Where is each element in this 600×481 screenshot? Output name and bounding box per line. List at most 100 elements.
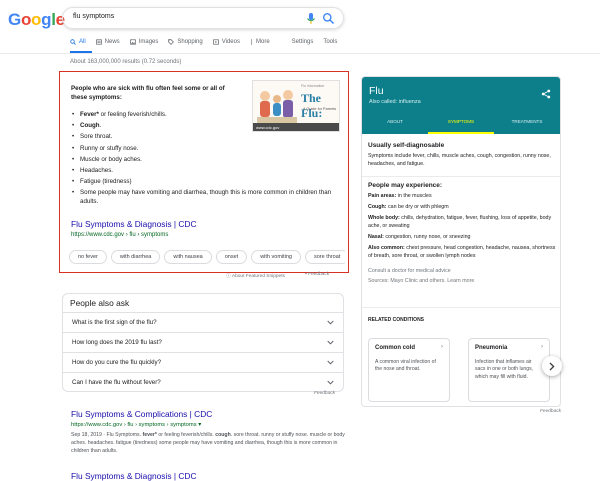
question-text: Can I have the flu without fever?	[72, 378, 161, 386]
snippet-link[interactable]: Flu Symptoms & Diagnosis | CDC	[71, 219, 197, 229]
list-item: Headaches.	[71, 166, 341, 175]
family-illustration	[257, 90, 297, 123]
desc-text: or feeling feverish/chills.	[156, 432, 216, 438]
snippet-url[interactable]: https://www.cdc.gov › flu › symptoms	[71, 232, 168, 238]
carousel-next-button[interactable]	[542, 356, 562, 376]
featured-snippet: People who are sick with flu often feel …	[59, 71, 349, 273]
chip[interactable]: no fever	[69, 250, 107, 264]
knowledge-panel-header: Flu Also called: influenza ABOUT SYMPTOM…	[362, 77, 560, 134]
kp-tab-about[interactable]: ABOUT	[362, 114, 428, 134]
snippet-thumbnail[interactable]: Flu Information The Flu: A Guide for Par…	[252, 80, 340, 132]
divider	[362, 307, 560, 308]
item-text: Headaches.	[80, 166, 114, 174]
result-title[interactable]: Flu Symptoms & Complications | CDC	[71, 409, 349, 419]
experience-label: Pain areas:	[368, 193, 397, 199]
tag-icon	[168, 39, 175, 45]
kp-tab-symptoms[interactable]: SYMPTOMS	[428, 114, 494, 134]
microphone-icon[interactable]	[305, 12, 317, 25]
search-box[interactable]: flu symptoms	[62, 7, 344, 29]
paa-question[interactable]: Can I have the flu without fever?	[62, 372, 344, 392]
item-bold: Cough	[80, 122, 100, 130]
experience-item: Cough: can be dry or with phlegm	[368, 203, 558, 211]
item-bold: Fever*	[80, 111, 99, 118]
kp-heading: Usually self-diagnosable	[368, 142, 445, 149]
tab-tools[interactable]: Tools	[323, 39, 337, 45]
tab-label: News	[104, 39, 120, 45]
thumbnail-subtitle: A Guide for Parents	[303, 107, 337, 111]
result-title[interactable]: Flu Symptoms & Diagnosis | CDC	[71, 471, 197, 481]
chevron-down-icon	[327, 340, 334, 345]
paa-feedback-link[interactable]: Feedback	[314, 391, 335, 396]
share-icon[interactable]	[541, 89, 551, 99]
related-conditions-title: RELATED CONDITIONS	[368, 317, 425, 323]
related-card-common-cold[interactable]: Common cold › A common viral infection o…	[368, 338, 450, 402]
paa-question[interactable]: How do you cure the flu quickly?	[62, 352, 344, 372]
related-card-pneumonia[interactable]: Pneumonia › Infection that inflames air …	[468, 338, 550, 402]
list-item: Runny or stuffy nose.	[71, 144, 341, 153]
tab-more[interactable]: More	[250, 39, 270, 45]
question-text: How long does the 2019 flu last?	[72, 339, 162, 346]
card-description: Infection that inflames air sacs in one …	[475, 359, 534, 380]
kp-feedback-link[interactable]: Feedback	[540, 409, 561, 414]
item-text: or feeling feverish/chills.	[98, 111, 167, 118]
image-icon	[129, 39, 136, 45]
result-url[interactable]: https://www.cdc.gov › flu › symptoms › s…	[71, 422, 349, 428]
tab-videos[interactable]: Videos	[212, 39, 240, 45]
snippet-feedback-link[interactable]: ▪ Feedback	[305, 272, 329, 277]
tab-settings[interactable]: Settings	[292, 39, 314, 45]
item-text: Fatigue (tiredness)	[80, 178, 132, 186]
kp-heading: People may experience:	[368, 182, 443, 189]
logo-letter: G	[8, 10, 21, 29]
chip[interactable]: with nausea	[164, 250, 212, 264]
search-icon[interactable]	[322, 12, 335, 25]
paa-question[interactable]: How long does the 2019 flu last?	[62, 332, 344, 352]
chevron-right-icon: ›	[441, 344, 443, 350]
experience-label: Also common:	[368, 245, 405, 251]
experience-item: Pain areas: in the muscles	[368, 192, 558, 200]
list-item: Muscle or body aches.	[71, 155, 341, 164]
item-text: Muscle or body aches.	[80, 155, 142, 163]
chip[interactable]: onset	[215, 250, 248, 264]
consult-note: Consult a doctor for medical advice	[368, 268, 451, 274]
result-description: Sep 18, 2019 · Flu Symptoms. fever* or f…	[71, 431, 349, 455]
experience-text: can be dry or with phlegm	[386, 204, 449, 210]
chip[interactable]: with diarrhea	[110, 250, 161, 264]
chevron-down-icon	[327, 320, 334, 325]
chip[interactable]: sore throat	[305, 250, 345, 264]
card-description: A common viral infection of the nose and…	[375, 359, 436, 373]
search-input[interactable]: flu symptoms	[73, 13, 114, 20]
about-label: About Featured Snippets	[231, 274, 285, 279]
kp-tab-treatments[interactable]: TREATMENTS	[494, 114, 560, 134]
logo-letter: o	[20, 10, 32, 29]
experience-text: congestion, runny nose, or sneezing	[383, 234, 471, 240]
tab-all[interactable]: All	[70, 39, 86, 45]
search-icon	[70, 39, 76, 45]
tab-news[interactable]: News	[95, 39, 120, 45]
sources-line[interactable]: Sources: Mayo Clinic and others. Learn m…	[368, 278, 558, 284]
google-logo[interactable]: Google	[8, 10, 65, 30]
kp-subtitle: Also called: influenza	[369, 99, 421, 105]
list-item: Sore throat.	[71, 132, 341, 141]
tab-shopping[interactable]: Shopping	[168, 39, 203, 45]
video-icon	[212, 39, 219, 45]
about-featured-snippets-link[interactable]: ⓘ About Featured Snippets	[226, 272, 285, 279]
chip[interactable]: with vomiting	[251, 250, 301, 264]
question-text: What is the first sign of the flu?	[72, 319, 157, 326]
experience-label: Whole body:	[368, 215, 400, 221]
item-text: .	[99, 122, 102, 130]
knowledge-panel: Flu Also called: influenza ABOUT SYMPTOM…	[361, 76, 561, 407]
more-icon	[250, 39, 253, 45]
people-also-ask: People also ask What is the first sign o…	[62, 293, 344, 392]
tab-label: Settings	[291, 39, 314, 45]
tab-images[interactable]: Images	[129, 39, 158, 45]
experience-item: Nasal: congestion, runny nose, or sneezi…	[368, 233, 558, 241]
item-text: Some people may have vomiting and diarrh…	[80, 189, 332, 206]
tab-label: Tools	[323, 39, 338, 45]
paa-title: People also ask	[62, 293, 344, 312]
experience-item: Whole body: chills, dehydration, fatigue…	[368, 214, 558, 230]
chevron-right-icon	[549, 362, 555, 370]
experience-label: Nasal:	[368, 234, 384, 240]
list-item: Fatigue (tiredness)	[71, 177, 341, 186]
paa-question[interactable]: What is the first sign of the flu?	[62, 312, 344, 332]
refinement-chips: no fever with diarrhea with nausea onset…	[69, 250, 345, 264]
